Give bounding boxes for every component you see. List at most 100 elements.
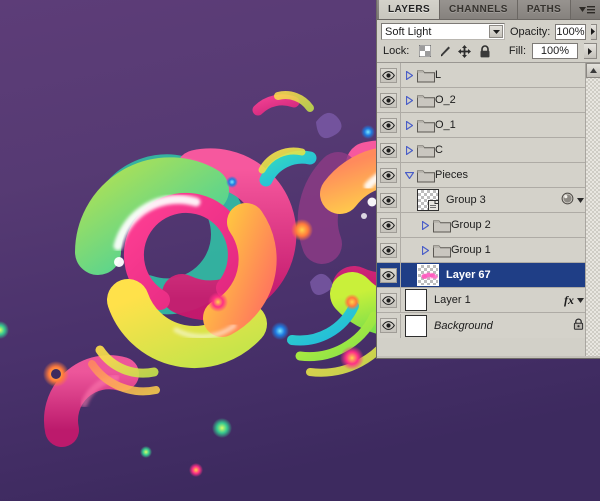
disclosure-triangle-icon[interactable] xyxy=(401,95,417,105)
folder-icon xyxy=(433,243,451,258)
disclosure-triangle-expanded-icon[interactable] xyxy=(401,171,417,179)
visibility-toggle[interactable] xyxy=(377,163,401,187)
lock-label: Lock: xyxy=(383,45,410,57)
eye-icon xyxy=(382,120,395,130)
folder-icon xyxy=(417,143,435,158)
visibility-toggle[interactable] xyxy=(377,263,401,287)
eye-icon xyxy=(382,70,395,80)
layer-name: Layer 67 xyxy=(446,269,491,281)
lock-icon xyxy=(573,318,584,333)
eye-icon xyxy=(382,145,395,155)
layer-style-icon[interactable] xyxy=(561,192,574,208)
expand-effects-chevron-icon[interactable] xyxy=(577,194,584,206)
tab-layers[interactable]: LAYERS xyxy=(379,0,441,19)
visibility-toggle[interactable] xyxy=(377,113,401,137)
opacity-label: Opacity: xyxy=(510,25,551,38)
smart-object-thumbnail[interactable] xyxy=(417,189,439,211)
smart-object-badge-icon xyxy=(428,200,439,211)
layer-row[interactable]: Background xyxy=(377,313,600,338)
opacity-chevron-right-icon[interactable] xyxy=(590,23,597,40)
disclosure-triangle-icon[interactable] xyxy=(401,145,417,155)
tab-channels-label: CHANNELS xyxy=(449,4,508,15)
layer-name: Pieces xyxy=(435,169,469,181)
lock-icon-group xyxy=(418,44,491,58)
opacity-value: 100% xyxy=(556,25,585,38)
tab-paths[interactable]: PATHS xyxy=(517,0,572,19)
photoshop-window: LAYERS CHANNELS PATHS Soft Light Opacity… xyxy=(0,0,600,501)
visibility-toggle[interactable] xyxy=(377,63,401,87)
layer-list-scrollbar[interactable] xyxy=(585,63,600,356)
expand-effects-chevron-icon[interactable] xyxy=(577,294,584,306)
layer-name: C xyxy=(435,144,443,156)
folder-icon xyxy=(417,68,435,83)
eye-icon xyxy=(382,295,395,305)
layer-name: L xyxy=(435,69,442,81)
layer-name: O_2 xyxy=(435,94,456,106)
visibility-toggle[interactable] xyxy=(377,288,401,312)
visibility-toggle[interactable] xyxy=(377,238,401,262)
lock-position-icon[interactable] xyxy=(458,44,472,58)
panel-menu-icon[interactable] xyxy=(577,3,597,17)
layers-panel: LAYERS CHANNELS PATHS Soft Light Opacity… xyxy=(376,0,600,359)
disclosure-triangle-icon[interactable] xyxy=(417,245,433,255)
tab-layers-label: LAYERS xyxy=(388,4,431,15)
layer-row[interactable]: L xyxy=(377,63,600,88)
panel-bottom-edge xyxy=(377,356,600,358)
visibility-toggle[interactable] xyxy=(377,88,401,112)
layer-row[interactable]: Group 1 xyxy=(377,238,600,263)
fill-chevron-right-icon[interactable] xyxy=(584,43,597,59)
layer-name: Background xyxy=(434,319,493,332)
layer-row[interactable]: Pieces xyxy=(377,163,600,188)
blend-mode-select[interactable]: Soft Light xyxy=(381,23,505,40)
visibility-toggle[interactable] xyxy=(377,313,401,338)
layer-name: O_1 xyxy=(435,119,456,131)
tab-channels[interactable]: CHANNELS xyxy=(440,0,518,19)
eye-icon xyxy=(382,270,395,280)
layer-row[interactable]: O_2 xyxy=(377,88,600,113)
layer-name: Group 1 xyxy=(451,244,491,256)
layer-thumbnail[interactable] xyxy=(417,264,439,286)
fill-input[interactable]: 100% xyxy=(532,43,578,59)
blend-mode-value: Soft Light xyxy=(385,25,432,38)
fill-value: 100% xyxy=(540,45,570,57)
layer-name: Group 3 xyxy=(446,194,486,206)
eye-icon xyxy=(382,95,395,105)
eye-icon xyxy=(382,245,395,255)
layer-name: Group 2 xyxy=(451,219,491,231)
layer-row-selected[interactable]: Layer 67 xyxy=(377,263,600,288)
fx-icon[interactable]: fx xyxy=(564,293,574,308)
disclosure-triangle-icon[interactable] xyxy=(417,220,433,230)
opacity-input[interactable]: 100% xyxy=(555,23,586,40)
eye-icon xyxy=(382,170,395,180)
visibility-toggle[interactable] xyxy=(377,138,401,162)
layer-row[interactable]: O_1 xyxy=(377,113,600,138)
visibility-toggle[interactable] xyxy=(377,213,401,237)
fill-label: Fill: xyxy=(508,45,526,57)
visibility-toggle[interactable] xyxy=(377,188,401,212)
tab-paths-label: PATHS xyxy=(526,4,562,15)
chevron-down-icon[interactable] xyxy=(489,25,503,38)
layer-thumbnail[interactable] xyxy=(405,289,427,311)
folder-icon xyxy=(417,93,435,108)
layer-thumbnail[interactable] xyxy=(405,314,427,337)
layer-row[interactable]: C xyxy=(377,138,600,163)
eye-icon xyxy=(382,195,395,205)
folder-icon xyxy=(417,168,435,183)
layer-row[interactable]: Layer 1 fx xyxy=(377,288,600,313)
disclosure-triangle-icon[interactable] xyxy=(401,120,417,130)
blend-opacity-row: Soft Light Opacity: 100% xyxy=(377,20,600,41)
lock-all-icon[interactable] xyxy=(478,44,491,58)
lock-row: Lock: Fill: 100% xyxy=(377,41,600,61)
disclosure-triangle-icon[interactable] xyxy=(401,70,417,80)
lock-pixels-icon[interactable] xyxy=(438,45,451,58)
scroll-up-icon[interactable] xyxy=(586,63,600,78)
folder-icon xyxy=(433,218,451,233)
layer-name: Layer 1 xyxy=(434,294,471,306)
layer-row[interactable]: Group 3 xyxy=(377,188,600,213)
panel-tab-strip: LAYERS CHANNELS PATHS xyxy=(377,0,600,20)
layer-row[interactable]: Group 2 xyxy=(377,213,600,238)
layer-list[interactable]: L O_2 O_1 C Pieces Group 3 Group 2 Group… xyxy=(377,62,600,356)
lock-transparency-icon[interactable] xyxy=(418,45,431,58)
eye-icon xyxy=(382,321,395,330)
eye-icon xyxy=(382,220,395,230)
